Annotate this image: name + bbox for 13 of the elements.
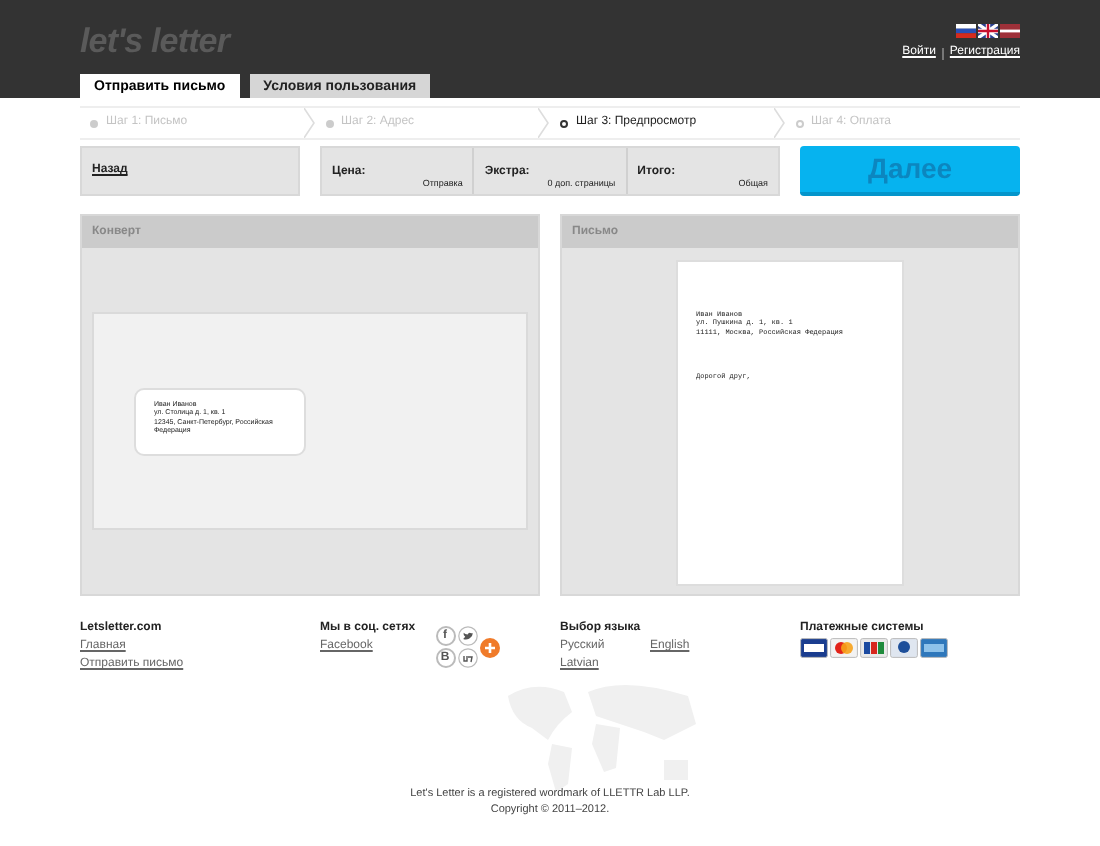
payment-card-icon [830, 638, 858, 658]
flag-icon[interactable] [978, 24, 998, 38]
payment-card-icon [800, 638, 828, 658]
payment-card-icon [890, 638, 918, 658]
payment-card-icon [860, 638, 888, 658]
flag-icon[interactable] [956, 24, 976, 38]
chevron-icon [538, 108, 550, 138]
payment-card-icon [920, 638, 948, 658]
flag-icon[interactable] [1000, 24, 1020, 38]
bird-icon[interactable] [457, 626, 478, 646]
chevron-icon [303, 108, 315, 138]
chevron-icon [773, 108, 785, 138]
social-network-icon[interactable] [457, 648, 478, 668]
